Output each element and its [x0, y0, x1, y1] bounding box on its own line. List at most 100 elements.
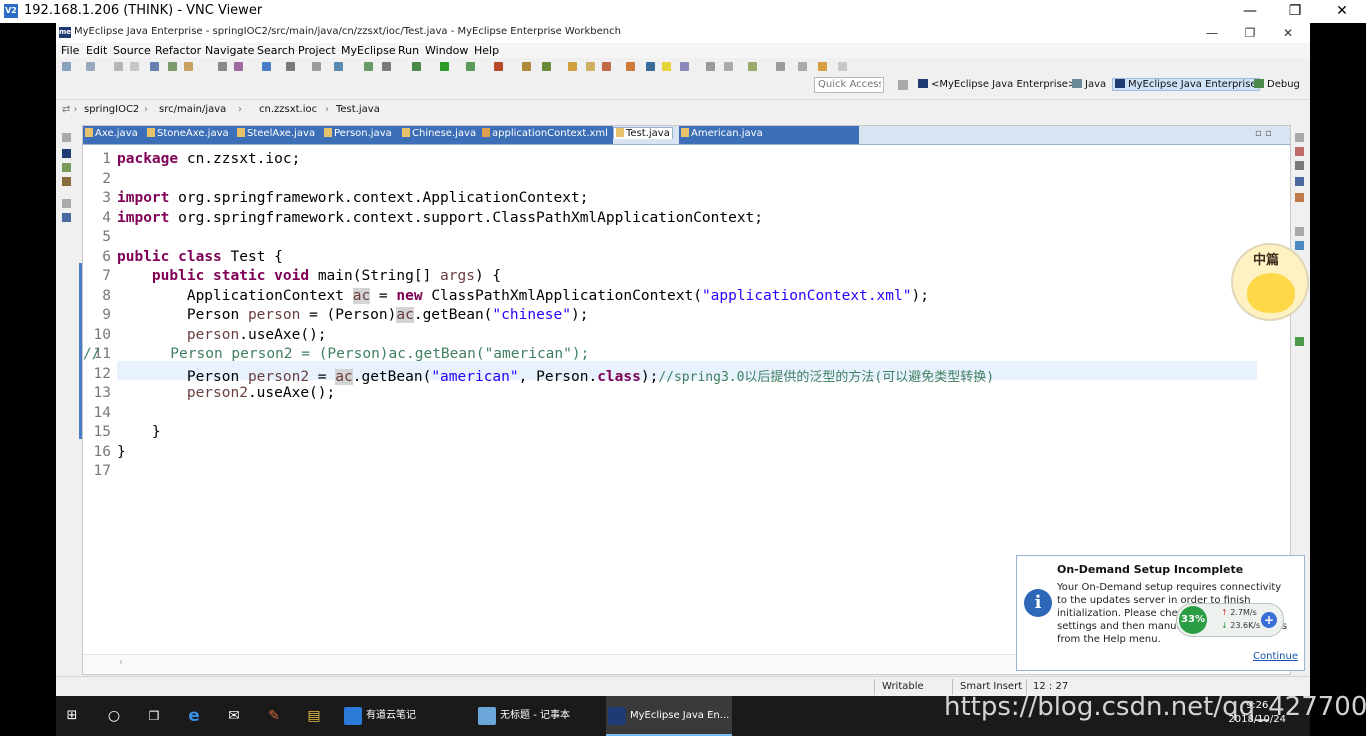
restore-view-icon-2[interactable] — [62, 199, 71, 208]
junit-icon[interactable] — [1295, 337, 1304, 346]
menu-help[interactable]: Help — [474, 44, 499, 57]
open-task-icon[interactable] — [586, 62, 595, 71]
new-icon[interactable] — [62, 62, 71, 71]
prev-annotation-icon[interactable] — [776, 62, 785, 71]
debug-run-icon[interactable] — [412, 62, 421, 71]
back-icon[interactable] — [818, 62, 827, 71]
network-speed-widget[interactable]: 33% ↑ 2.7M/s ↓ 23.6K/s + — [1176, 603, 1284, 637]
snippets-icon[interactable] — [1295, 241, 1304, 250]
menu-navigate[interactable]: Navigate — [205, 44, 254, 57]
outline-view-icon[interactable] — [1295, 147, 1304, 156]
taskbar-app-notepad[interactable]: 无标题 - 记事本 — [476, 696, 600, 736]
new-package-icon[interactable] — [542, 62, 551, 71]
grid-icon[interactable] — [286, 62, 295, 71]
whitespace-icon[interactable] — [706, 62, 715, 71]
menu-project[interactable]: Project — [298, 44, 336, 57]
layout-icon[interactable] — [312, 62, 321, 71]
breadcrumb-package[interactable]: cn.zzsxt.ioc — [259, 104, 317, 115]
mark-occurrences-icon[interactable] — [626, 62, 635, 71]
ide-maximize-button[interactable]: ❐ — [1232, 24, 1268, 42]
minimize-editor-icon[interactable]: ▫ ▫ — [1255, 128, 1272, 139]
file-explorer-icon[interactable]: ▤ — [304, 706, 324, 726]
debug-step-icon[interactable] — [184, 62, 193, 71]
server-icon[interactable] — [382, 62, 391, 71]
breadcrumb-file[interactable]: Test.java — [336, 104, 380, 115]
servers-icon[interactable] — [62, 213, 71, 222]
vnc-maximize-button[interactable]: ❐ — [1275, 2, 1315, 20]
edge-browser-icon[interactable]: e — [184, 706, 204, 726]
menu-run[interactable]: Run — [398, 44, 419, 57]
hierarchy-icon[interactable] — [62, 163, 71, 172]
tab-stoneaxe-java[interactable]: StoneAxe.java — [147, 128, 229, 139]
console-icon[interactable] — [150, 62, 159, 71]
continue-link[interactable]: Continue — [1253, 651, 1298, 662]
deploy-icon[interactable] — [234, 62, 243, 71]
perspective-java[interactable]: Java — [1072, 79, 1106, 90]
save-icon[interactable] — [114, 62, 123, 71]
taskbar-app-youdao[interactable]: 有道云笔记 — [342, 696, 470, 736]
vnc-minimize-button[interactable]: — — [1230, 2, 1270, 20]
outline-icon[interactable] — [62, 177, 71, 186]
pin-icon[interactable] — [646, 62, 655, 71]
start-windows-icon[interactable]: ⊞ — [62, 706, 82, 726]
accelerate-plus-icon[interactable]: + — [1261, 612, 1277, 628]
highlight-icon[interactable] — [662, 62, 671, 71]
last-edit-icon[interactable] — [798, 62, 807, 71]
external-tools-icon[interactable] — [494, 62, 503, 71]
quick-access-input[interactable] — [814, 77, 884, 93]
breadcrumb-project[interactable]: springIOC2 — [84, 104, 139, 115]
forward-icon[interactable] — [838, 62, 847, 71]
open-perspective-button-icon[interactable] — [898, 80, 908, 90]
mail-icon[interactable]: ✉ — [224, 706, 244, 726]
menu-refactor[interactable]: Refactor — [155, 44, 201, 57]
pen-icon[interactable] — [602, 62, 611, 71]
save-all-icon[interactable] — [130, 62, 139, 71]
perspective-myeclipse-java-enterprise-other[interactable]: <MyEclipse Java Enterprise> — [918, 79, 1076, 90]
search-toolbar-icon[interactable] — [334, 62, 343, 71]
refactor-icon[interactable] — [218, 62, 227, 71]
skip-breakpoints-icon[interactable] — [168, 62, 177, 71]
tab-american-java[interactable]: American.java — [681, 128, 763, 139]
menu-search[interactable]: Search — [257, 44, 295, 57]
scroll-left-icon[interactable]: ‹ — [119, 657, 123, 668]
tab-axe-java[interactable]: Axe.java — [85, 128, 138, 139]
breadcrumb-source-folder[interactable]: src/main/java — [159, 104, 226, 115]
ide-close-button[interactable]: ✕ — [1270, 24, 1306, 42]
package-explorer-icon[interactable] — [62, 149, 71, 158]
menu-file[interactable]: File — [61, 44, 79, 57]
task-view-icon[interactable]: ❐ — [144, 706, 164, 726]
block-select-icon[interactable] — [680, 62, 689, 71]
perspective-myeclipse-java-enterprise[interactable]: MyEclipse Java Enterprise — [1112, 78, 1260, 91]
tab-test-java[interactable]: Test.java — [613, 127, 673, 139]
paint-icon[interactable]: ✎ — [264, 706, 284, 726]
tasks-icon[interactable] — [1295, 161, 1304, 170]
menu-window[interactable]: Window — [425, 44, 468, 57]
tab-label: SteelAxe.java — [247, 128, 316, 139]
restore-view-icon[interactable] — [1295, 133, 1304, 142]
console-view-icon[interactable] — [1295, 177, 1304, 186]
restore-view-icon[interactable] — [62, 133, 71, 142]
taskbar-app-myeclipse[interactable]: MyEclipse Java En... — [606, 696, 732, 736]
new-class-icon[interactable] — [522, 62, 531, 71]
coverage-icon[interactable] — [466, 62, 475, 71]
tab-steelaxe-java[interactable]: SteelAxe.java — [237, 128, 315, 139]
restore-view-icon-2[interactable] — [1295, 227, 1304, 236]
word-wrap-icon[interactable] — [724, 62, 733, 71]
tab-person-java[interactable]: Person.java — [324, 128, 392, 139]
new-server-icon[interactable] — [86, 62, 95, 71]
globe-icon[interactable] — [364, 62, 373, 71]
menu-myeclipse[interactable]: MyEclipse — [341, 44, 396, 57]
ide-minimize-button[interactable]: — — [1194, 24, 1230, 42]
open-type-icon[interactable] — [568, 62, 577, 71]
vnc-close-button[interactable]: ✕ — [1322, 2, 1362, 20]
search-circle-icon[interactable]: ○ — [104, 706, 124, 726]
menu-source[interactable]: Source — [113, 44, 151, 57]
perspective-debug[interactable]: Debug — [1254, 79, 1300, 90]
problems-icon[interactable] — [1295, 193, 1304, 202]
menu-edit[interactable]: Edit — [86, 44, 107, 57]
run-icon[interactable] — [440, 62, 449, 71]
open-perspective-icon[interactable] — [262, 62, 271, 71]
next-annotation-icon[interactable] — [748, 62, 757, 71]
tab-applicationcontext-xml[interactable]: applicationContext.xml — [482, 128, 608, 139]
tab-chinese-java[interactable]: Chinese.java — [402, 128, 476, 139]
